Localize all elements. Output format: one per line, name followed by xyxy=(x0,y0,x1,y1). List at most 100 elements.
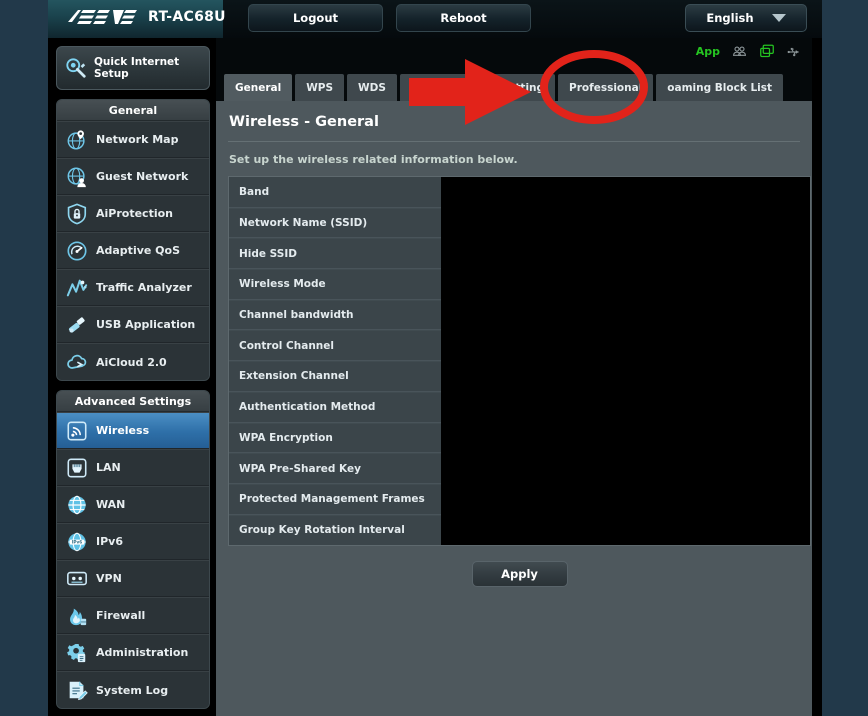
router-model-label: RT-AC68U xyxy=(148,8,226,25)
ipv6-globe-icon: IPv6 xyxy=(68,532,86,551)
field-row-control-channel: Control Channel xyxy=(229,330,441,362)
screenshot-root: RT-AC68U Logout Reboot English Quick Int… xyxy=(0,0,868,716)
tab-wps[interactable]: WPS xyxy=(295,74,345,101)
sidebar-item-quick-internet-setup[interactable]: Quick Internet Setup xyxy=(56,46,210,90)
sidebar-label: AiCloud 2.0 xyxy=(96,355,167,369)
sidebar-group-advanced-settings: Advanced Settings Wireless LAN WAN IPv6 … xyxy=(56,390,210,709)
apply-button-row: Apply xyxy=(228,546,811,587)
tab-radius-setting[interactable]: Setting xyxy=(489,74,556,101)
page-title: Wireless - General xyxy=(228,101,800,142)
sidebar-item-firewall[interactable]: Firewall xyxy=(57,597,209,634)
field-label: Wireless Mode xyxy=(239,278,326,291)
vpn-icon xyxy=(67,571,87,585)
top-header-bar: RT-AC68U Logout Reboot English xyxy=(48,0,822,38)
field-label: Channel bandwidth xyxy=(239,309,354,322)
chevron-down-icon xyxy=(771,14,786,22)
sidebar-item-aiprotection[interactable]: AiProtection xyxy=(57,195,209,232)
sidebar-label: VPN xyxy=(96,572,122,585)
gear-icon xyxy=(67,643,86,662)
sidebar-item-administration[interactable]: Administration xyxy=(57,634,209,671)
sidebar-label: Guest Network xyxy=(96,170,189,183)
shield-lock-icon xyxy=(67,202,87,224)
network-map-icon xyxy=(67,129,85,149)
brand-logo-area: RT-AC68U xyxy=(66,8,226,25)
sidebar-label: Administration xyxy=(96,646,189,659)
field-row-extension-channel: Extension Channel xyxy=(229,361,441,392)
field-label: Network Name (SSID) xyxy=(239,217,368,230)
quick-setup-label: Quick Internet Setup xyxy=(94,56,180,80)
usb-icon[interactable] xyxy=(786,45,802,59)
sidebar-item-system-log[interactable]: System Log xyxy=(57,671,209,708)
field-label: Protected Management Frames xyxy=(239,493,425,506)
sidebar-item-guest-network[interactable]: Guest Network xyxy=(57,158,209,195)
wifi-icon xyxy=(67,421,87,440)
field-row-authentication-method: Authentication Method xyxy=(229,391,441,423)
sidebar-group-advanced-title: Advanced Settings xyxy=(57,391,209,412)
sidebar-label: Network Map xyxy=(96,133,179,146)
sidebar-label: Firewall xyxy=(96,609,146,622)
flame-icon xyxy=(70,608,87,625)
asus-logo-icon xyxy=(68,10,137,24)
settings-panel: Wireless - General Set up the wireless r… xyxy=(216,101,812,716)
quick-setup-icon xyxy=(66,58,86,78)
sidebar-label: Wireless xyxy=(96,424,150,437)
sidebar-label: LAN xyxy=(96,461,121,474)
sidebar-item-lan[interactable]: LAN xyxy=(57,449,209,486)
field-value-column xyxy=(441,177,810,545)
field-row-wpa-encryption: WPA Encryption xyxy=(229,422,441,454)
language-selector[interactable]: English xyxy=(685,4,807,32)
field-label: Band xyxy=(239,185,270,198)
tab-bar: General WPS WDS Wireless M Setting Profe… xyxy=(216,70,812,101)
display-icon[interactable] xyxy=(759,44,775,59)
field-row-ssid: Network Name (SSID) xyxy=(229,207,441,239)
guest-network-icon xyxy=(67,167,86,187)
gauge-icon xyxy=(67,240,87,261)
clients-icon[interactable] xyxy=(731,44,748,59)
sidebar-label: Traffic Analyzer xyxy=(96,281,192,294)
chart-icon xyxy=(66,279,88,296)
field-row-group-key-rotation: Group Key Rotation Interval xyxy=(229,514,441,546)
sidebar-item-usb-application[interactable]: USB Application xyxy=(57,306,209,343)
sidebar-label: WAN xyxy=(96,498,126,511)
sidebar-item-ipv6[interactable]: IPv6 IPv6 xyxy=(57,523,209,560)
field-row-band: Band xyxy=(229,177,441,208)
lan-port-icon xyxy=(67,458,87,477)
field-label-column: Band Network Name (SSID) Hide SSID Wirel… xyxy=(229,177,441,545)
logout-button[interactable]: Logout xyxy=(248,4,383,32)
app-label[interactable]: App xyxy=(696,45,720,58)
tab-wireless-mac-filter[interactable]: Wireless M xyxy=(399,74,487,101)
log-icon xyxy=(69,681,88,701)
field-label: Control Channel xyxy=(239,339,334,352)
field-row-hide-ssid: Hide SSID xyxy=(229,238,441,270)
field-row-protected-management-frames: Protected Management Frames xyxy=(229,483,441,515)
usb-application-icon xyxy=(68,316,85,333)
sidebar-item-aicloud[interactable]: AiCloud 2.0 xyxy=(57,343,209,380)
status-icon-group: App xyxy=(696,44,802,59)
language-label: English xyxy=(706,11,754,25)
field-row-wireless-mode: Wireless Mode xyxy=(229,269,441,300)
page-description: Set up the wireless related information … xyxy=(229,153,518,166)
tab-roaming-block-list[interactable]: oaming Block List xyxy=(656,74,784,101)
sidebar-label: USB Application xyxy=(96,318,196,331)
sidebar-group-general: General Network Map Guest Network AiProt… xyxy=(56,99,210,381)
sidebar-label: System Log xyxy=(96,683,169,697)
globe-icon xyxy=(68,495,86,514)
field-row-channel-bandwidth: Channel bandwidth xyxy=(229,299,441,331)
field-label: Hide SSID xyxy=(239,247,297,260)
sidebar-item-vpn[interactable]: VPN xyxy=(57,560,209,597)
sidebar-item-traffic-analyzer[interactable]: Traffic Analyzer xyxy=(57,269,209,306)
sidebar-item-network-map[interactable]: Network Map xyxy=(57,121,209,158)
sidebar-item-wan[interactable]: WAN xyxy=(57,486,209,523)
sidebar-item-wireless[interactable]: Wireless xyxy=(57,412,209,449)
sidebar-label: AiProtection xyxy=(96,207,173,220)
settings-form: Band Network Name (SSID) Hide SSID Wirel… xyxy=(228,176,811,546)
reboot-button[interactable]: Reboot xyxy=(396,4,531,32)
sidebar: Quick Internet Setup General Network Map xyxy=(48,38,216,716)
cloud-icon xyxy=(67,354,87,369)
tab-professional[interactable]: Professional xyxy=(558,74,654,101)
sidebar-item-adaptive-qos[interactable]: Adaptive QoS xyxy=(57,232,209,269)
field-label: Group Key Rotation Interval xyxy=(239,524,405,537)
apply-button[interactable]: Apply xyxy=(471,561,568,587)
tab-general[interactable]: General xyxy=(224,74,293,101)
tab-wds[interactable]: WDS xyxy=(347,74,397,101)
